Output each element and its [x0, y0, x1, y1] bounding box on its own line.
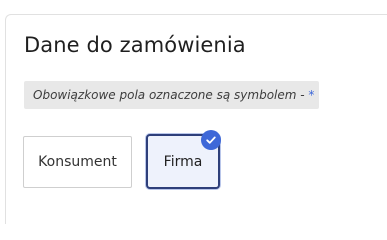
required-symbol: * — [308, 88, 315, 102]
required-fields-notice: Obowiązkowe pola oznaczone są symbolem -… — [24, 81, 319, 109]
consumer-option-button[interactable]: Konsument — [23, 136, 132, 188]
check-circle-icon — [201, 130, 221, 150]
page-title: Dane do zamówienia — [24, 33, 246, 57]
company-option-label: Firma — [163, 153, 203, 170]
notice-text: Obowiązkowe pola oznaczone są symbolem - — [33, 88, 309, 102]
consumer-option-label: Konsument — [38, 154, 117, 170]
checkmark-icon — [206, 136, 216, 144]
